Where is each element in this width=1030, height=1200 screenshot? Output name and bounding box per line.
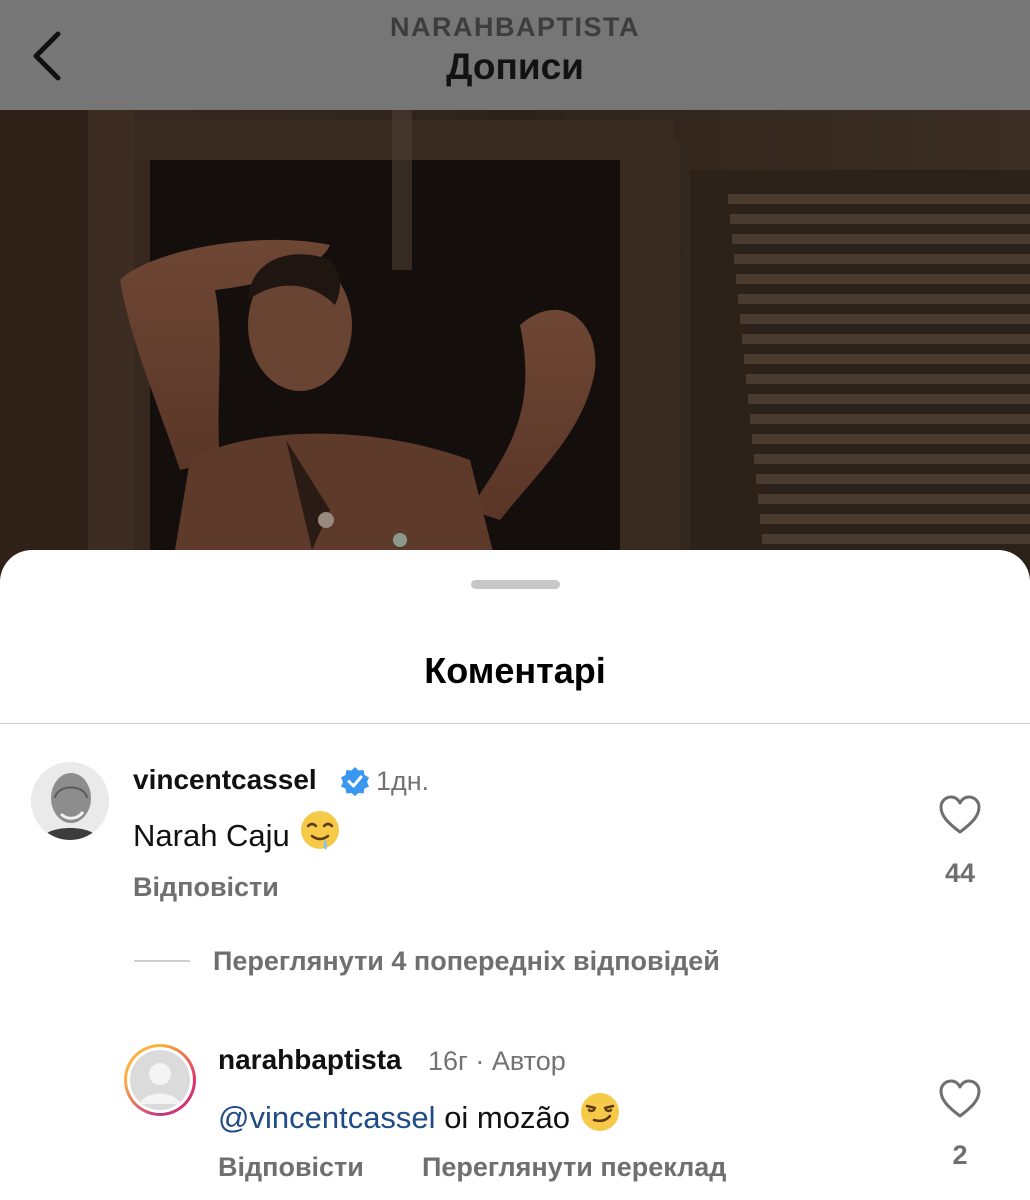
mention-link[interactable]: @vincentcassel xyxy=(218,1100,436,1135)
drag-handle[interactable] xyxy=(471,580,560,589)
meta-separator: · xyxy=(475,1046,485,1076)
reply-reply-button[interactable]: Відповісти xyxy=(218,1152,364,1183)
smirking-face-emoji xyxy=(578,1090,622,1142)
comments-sheet: Коментарі vincentcassel 1дн. Narah Caju xyxy=(0,550,1030,1200)
like-count: 44 xyxy=(944,858,976,888)
avatar[interactable] xyxy=(31,762,109,840)
avatar-story-ring[interactable] xyxy=(124,1044,196,1116)
reply-button[interactable]: Відповісти xyxy=(133,872,279,903)
reply-username[interactable]: narahbaptista xyxy=(218,1044,402,1076)
post-photo[interactable] xyxy=(0,110,1030,580)
default-avatar-icon xyxy=(130,1050,190,1110)
drooling-face-emoji xyxy=(298,808,342,860)
sheet-title: Коментарі xyxy=(424,650,606,691)
replies-line xyxy=(134,960,190,962)
view-replies-button[interactable]: Переглянути 4 попередніх відповідей xyxy=(213,946,720,977)
header-title: Дописи xyxy=(446,46,584,87)
heart-icon xyxy=(939,795,981,834)
profile-photo-icon xyxy=(31,762,109,840)
post-image xyxy=(0,110,1030,580)
author-badge: Автор xyxy=(491,1046,566,1076)
reply-like-count: 2 xyxy=(952,1140,968,1170)
reply-text: oi mozão xyxy=(444,1100,570,1135)
reply-time: 16г xyxy=(428,1046,468,1076)
reply-meta: 16г · Автор xyxy=(428,1046,566,1077)
post-header: NARAHBAPTISTA Дописи xyxy=(0,0,1030,110)
verified-badge-icon xyxy=(340,766,370,796)
comment-username[interactable]: vincentcassel xyxy=(133,764,317,796)
see-translation-button[interactable]: Переглянути переклад xyxy=(422,1152,726,1183)
comment-time: 1дн. xyxy=(376,766,430,796)
reply-text-row: @vincentcassel oi mozão xyxy=(218,1090,622,1142)
like-button[interactable] xyxy=(938,794,982,836)
comment-text-row: Narah Caju xyxy=(133,808,342,860)
reply-like-button[interactable] xyxy=(938,1078,982,1120)
divider xyxy=(0,723,1030,724)
comment-text: Narah Caju xyxy=(133,818,290,853)
header-account-name: NARAHBAPTISTA xyxy=(390,12,640,42)
heart-icon xyxy=(939,1079,981,1118)
